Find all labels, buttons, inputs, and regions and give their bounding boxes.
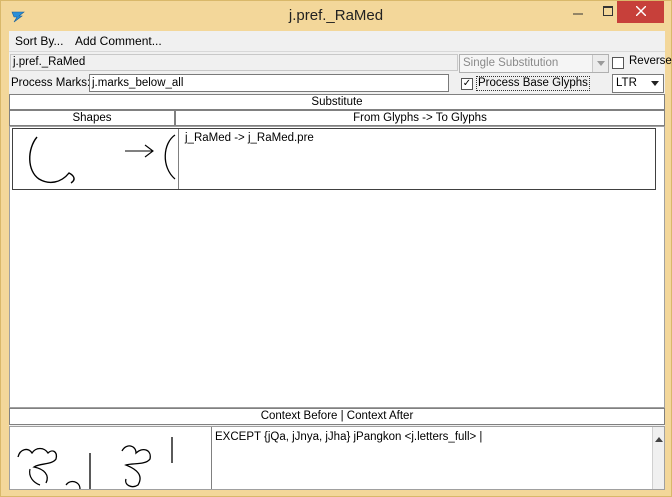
menu-add-comment[interactable]: Add Comment...	[75, 34, 162, 48]
substitute-header: Substitute	[9, 94, 665, 110]
lookup-properties-panel: j.pref._RaMed Single Substitution Revers…	[9, 52, 672, 94]
process-marks-label: Process Marks:	[11, 77, 91, 89]
rule-text: j_RaMed -> j_RaMed.pre	[185, 132, 314, 144]
client-area: Sort By... Add Comment... j.pref._RaMed …	[9, 31, 672, 490]
process-marks-input[interactable]: j.marks_below_all	[89, 74, 449, 92]
reverse-label: Reverse	[629, 55, 672, 67]
context-header: Context Before | Context After	[9, 408, 665, 425]
chevron-down-icon	[592, 55, 608, 72]
reverse-checkbox[interactable]	[612, 57, 624, 69]
lookup-type-select[interactable]: Single Substitution	[459, 54, 609, 73]
from-to-column-header[interactable]: From Glyphs -> To Glyphs	[175, 110, 665, 126]
lookup-type-value: Single Substitution	[463, 57, 559, 69]
rule-row[interactable]: j_RaMed -> j_RaMed.pre	[12, 128, 656, 190]
direction-value: LTR	[616, 77, 637, 89]
app-window: j.pref._RaMed Sort By... Add Comment... …	[0, 0, 672, 497]
close-button[interactable]	[617, 1, 664, 23]
context-scrollbar[interactable]	[652, 427, 664, 489]
maximize-icon	[603, 5, 613, 19]
close-icon	[635, 5, 646, 19]
process-base-glyphs-label: Process Base Glyphs	[476, 76, 590, 91]
title-bar: j.pref._RaMed	[1, 1, 671, 31]
shapes-column-header[interactable]: Shapes	[9, 110, 175, 126]
context-rule-text: EXCEPT {jQa, jJnya, jJha} jPangkon <j.le…	[215, 431, 483, 443]
context-list: EXCEPT {jQa, jJnya, jJha} jPangkon <j.le…	[9, 426, 665, 490]
minimize-icon	[573, 5, 583, 19]
direction-select[interactable]: LTR	[612, 74, 664, 93]
context-shape-preview	[10, 427, 212, 489]
menu-sort-by[interactable]: Sort By...	[15, 34, 63, 48]
lookup-name-field[interactable]: j.pref._RaMed	[10, 54, 458, 71]
rule-shape-preview	[13, 129, 179, 189]
rules-list: j_RaMed -> j_RaMed.pre	[9, 126, 665, 408]
menu-bar: Sort By... Add Comment...	[9, 31, 665, 52]
chevron-down-icon	[648, 76, 662, 91]
scroll-up-icon[interactable]	[655, 431, 663, 445]
process-base-glyphs-checkbox[interactable]: ✓	[461, 78, 473, 90]
minimize-button[interactable]	[563, 1, 593, 23]
